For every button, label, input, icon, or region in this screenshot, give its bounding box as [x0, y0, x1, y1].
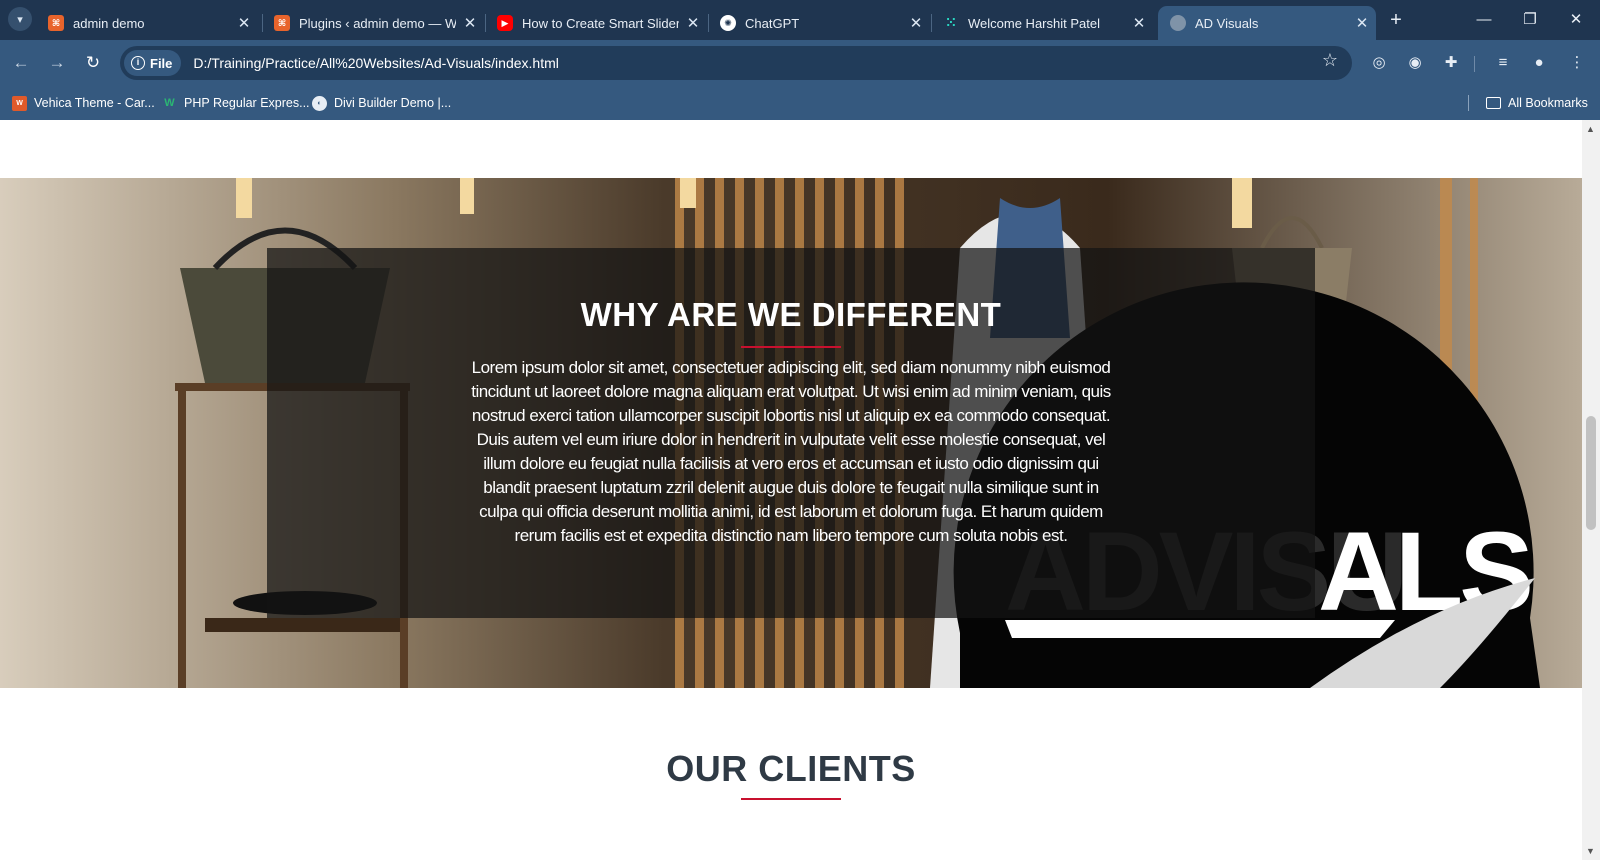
- extension-icon[interactable]: ◉: [1402, 50, 1428, 76]
- tab-strip: ▾ ⌘ admin demo ✕ ⌘ Plugins ‹ admin demo …: [0, 0, 1600, 40]
- bookmarks-bar: W Vehica Theme - Car... W PHP Regular Ex…: [0, 86, 1600, 120]
- close-icon[interactable]: ✕: [902, 14, 930, 32]
- scrollbar-thumb[interactable]: [1586, 416, 1596, 530]
- back-button[interactable]: ←: [8, 50, 34, 76]
- tab-admin-demo[interactable]: ⌘ admin demo ✕: [36, 6, 258, 40]
- reload-button[interactable]: ↻: [80, 50, 106, 76]
- browser-toolbar: ← → ↻ i File D:/Training/Practice/All%20…: [0, 40, 1600, 86]
- url-text[interactable]: D:/Training/Practice/All%20Websites/Ad-V…: [193, 55, 558, 71]
- tab-plugins[interactable]: ⌘ Plugins ‹ admin demo — Wo ✕: [262, 6, 484, 40]
- folder-icon: [1486, 97, 1501, 109]
- bookmark-divi[interactable]: ◐ Divi Builder Demo |...: [312, 93, 451, 113]
- compass-extension-icon[interactable]: ◎: [1366, 50, 1392, 76]
- why-different-section: ADVISU ALS WHY ARE WE DIFFERENT Lorem ip…: [0, 178, 1582, 688]
- globe-icon: ◐: [312, 95, 327, 111]
- bookmark-php-regex[interactable]: W PHP Regular Expres...: [162, 93, 309, 113]
- section-body-text: Lorem ipsum dolor sit amet, consectetuer…: [471, 358, 1111, 545]
- bookmark-vehica[interactable]: W Vehica Theme - Car...: [12, 93, 155, 113]
- close-icon[interactable]: ✕: [230, 14, 258, 32]
- media-control-icon[interactable]: ≡: [1490, 50, 1516, 76]
- tab-youtube[interactable]: ▶ How to Create Smart Slider i ✕: [485, 6, 707, 40]
- scroll-down-arrow-icon[interactable]: ▼: [1586, 846, 1595, 856]
- new-tab-button[interactable]: +: [1384, 8, 1408, 32]
- title-underline: [741, 346, 841, 348]
- tab-welcome[interactable]: ⁙ Welcome Harshit Patel ✕: [931, 6, 1153, 40]
- close-icon[interactable]: ✕: [456, 14, 484, 32]
- info-icon: i: [131, 56, 145, 70]
- close-icon[interactable]: ✕: [1125, 14, 1153, 32]
- restore-button[interactable]: ❐: [1510, 6, 1550, 34]
- xampp-icon: ⌘: [48, 15, 64, 31]
- clients-title: OUR CLIENTS: [666, 748, 916, 789]
- all-bookmarks[interactable]: All Bookmarks: [1486, 93, 1588, 113]
- page-viewport: ADVISU ALS WHY ARE WE DIFFERENT Lorem ip…: [0, 120, 1582, 860]
- close-icon[interactable]: ✕: [1348, 14, 1376, 32]
- scroll-up-arrow-icon[interactable]: ▲: [1586, 124, 1595, 134]
- bookmark-star-icon[interactable]: ☆: [1322, 50, 1338, 71]
- address-bar[interactable]: i File D:/Training/Practice/All%20Websit…: [120, 46, 1352, 80]
- toolbar-divider: [1474, 56, 1475, 72]
- tab-chatgpt[interactable]: ✺ ChatGPT ✕: [708, 6, 930, 40]
- forward-button[interactable]: →: [44, 50, 70, 76]
- chevron-down-icon: ▾: [17, 13, 23, 26]
- chatgpt-icon: ✺: [720, 15, 736, 31]
- minimize-button[interactable]: —: [1464, 6, 1504, 34]
- site-info-chip[interactable]: i File: [124, 50, 182, 76]
- close-window-button[interactable]: ✕: [1556, 6, 1596, 34]
- vehica-icon: W: [12, 95, 27, 111]
- php-icon: W: [164, 97, 175, 109]
- bookmark-divider: [1468, 95, 1469, 111]
- dots-icon: ⁙: [945, 15, 957, 30]
- globe-icon: [1170, 15, 1186, 31]
- close-icon[interactable]: ✕: [679, 14, 707, 32]
- section-title: WHY ARE WE DIFFERENT: [580, 296, 1002, 333]
- tab-ad-visuals[interactable]: AD Visuals ✕: [1158, 6, 1376, 40]
- page-scrollbar[interactable]: ▲ ▼: [1582, 120, 1600, 860]
- clients-title-underline: [741, 798, 841, 800]
- puzzle-icon[interactable]: ✚: [1438, 50, 1464, 76]
- youtube-icon: ▶: [497, 15, 513, 31]
- xampp-icon: ⌘: [274, 15, 290, 31]
- tab-search-button[interactable]: ▾: [8, 7, 32, 31]
- menu-icon[interactable]: ⋮: [1564, 50, 1590, 76]
- profile-icon[interactable]: ●: [1526, 50, 1552, 76]
